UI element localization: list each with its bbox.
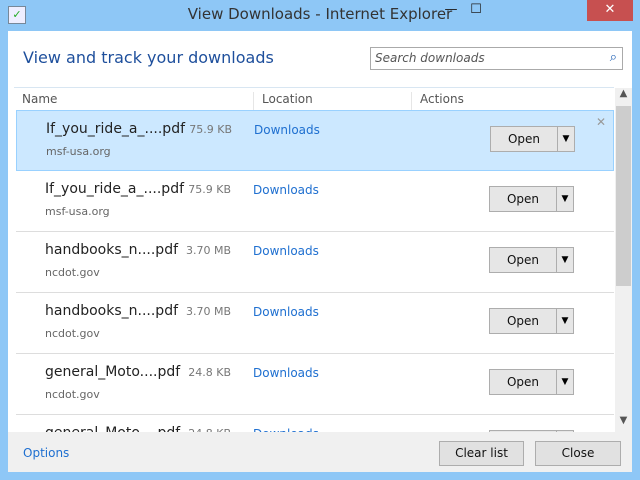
column-header: Name Location Actions (14, 87, 614, 110)
location-link[interactable]: Downloads (253, 366, 319, 380)
close-button[interactable]: Close (535, 441, 621, 466)
source-site: msf-usa.org (46, 145, 111, 158)
downloads-list: If_you_ride_a_....pdf 75.9 KB msf-usa.or… (16, 110, 614, 432)
remove-icon[interactable]: ✕ (596, 115, 606, 129)
downloads-dialog: View and track your downloads Search dow… (8, 31, 632, 472)
clear-list-button[interactable]: Clear list (439, 441, 524, 466)
search-input[interactable]: Search downloads ⌕ (370, 47, 623, 70)
location-link[interactable]: Downloads (253, 183, 319, 197)
open-button[interactable]: Open (490, 126, 558, 152)
chevron-down-icon: ▼ (562, 134, 570, 144)
chevron-down-icon: ▼ (561, 377, 569, 387)
file-name: general_Moto....pdf (45, 364, 181, 380)
open-options-dropdown[interactable]: ▼ (556, 247, 574, 273)
file-name: general_Moto....pdf (45, 425, 180, 432)
open-options-dropdown[interactable]: ▼ (556, 369, 574, 395)
file-name: handbooks_n....pdf (45, 242, 179, 258)
search-icon[interactable]: ⌕ (610, 50, 617, 65)
file-size: 75.9 KB (189, 123, 232, 136)
scroll-down-icon[interactable]: ▼ (615, 415, 632, 432)
source-site: ncdot.gov (45, 266, 100, 279)
scroll-thumb[interactable] (616, 106, 631, 286)
open-options-dropdown[interactable]: ▼ (556, 308, 574, 334)
download-row[interactable]: handbooks_n....pdf 3.70 MB ncdot.gov Dow… (16, 293, 614, 354)
download-row[interactable]: handbooks_n....pdf 3.70 MB ncdot.gov Dow… (16, 232, 614, 293)
source-site: ncdot.gov (45, 388, 100, 401)
location-link[interactable]: Downloads (254, 123, 320, 137)
open-button[interactable]: Open (489, 247, 557, 273)
window-title: View Downloads - Internet Explorer (187, 5, 453, 23)
column-actions: Actions (411, 92, 464, 110)
options-link[interactable]: Options (23, 446, 69, 460)
file-name: handbooks_n....pdf (45, 303, 179, 319)
page-title: View and track your downloads (23, 48, 274, 67)
file-size: 75.9 KB (188, 183, 231, 196)
scrollbar[interactable]: ▲ ▼ (615, 88, 632, 432)
download-row[interactable]: general_Moto....pdf 24.8 KB ncdot.gov Do… (16, 415, 614, 432)
source-site: msf-usa.org (45, 205, 110, 218)
download-row[interactable]: If_you_ride_a_....pdf 75.9 KB msf-usa.or… (16, 110, 614, 171)
search-placeholder: Search downloads (375, 51, 485, 65)
location-link[interactable]: Downloads (253, 244, 319, 258)
minimize-button[interactable]: — (438, 0, 464, 21)
location-link[interactable]: Downloads (253, 305, 319, 319)
file-name: If_you_ride_a_....pdf (46, 121, 186, 137)
file-name: If_you_ride_a_....pdf (45, 181, 185, 197)
download-row[interactable]: general_Moto....pdf 24.8 KB ncdot.gov Do… (16, 354, 614, 415)
window-close-button[interactable]: ✕ (587, 0, 633, 21)
open-button[interactable]: Open (489, 369, 557, 395)
chevron-down-icon: ▼ (561, 194, 569, 204)
maximize-button[interactable]: ☐ (463, 0, 489, 21)
source-site: ncdot.gov (45, 327, 100, 340)
chevron-down-icon: ▼ (561, 316, 569, 326)
open-button[interactable]: Open (489, 186, 557, 212)
column-name[interactable]: Name (14, 92, 57, 110)
file-size: 24.8 KB (188, 366, 231, 379)
footer: Options Clear list Close (8, 432, 632, 472)
open-button[interactable]: Open (489, 308, 557, 334)
open-options-dropdown[interactable]: ▼ (557, 126, 575, 152)
title-bar: ✓ View Downloads - Internet Explorer — ☐… (0, 0, 640, 31)
file-size: 3.70 MB (185, 305, 231, 318)
open-options-dropdown[interactable]: ▼ (556, 186, 574, 212)
file-size: 3.70 MB (185, 244, 231, 257)
chevron-down-icon: ▼ (561, 255, 569, 265)
column-location[interactable]: Location (253, 92, 313, 110)
download-row[interactable]: If_you_ride_a_....pdf 75.9 KB msf-usa.or… (16, 171, 614, 232)
scroll-up-icon[interactable]: ▲ (615, 88, 632, 105)
